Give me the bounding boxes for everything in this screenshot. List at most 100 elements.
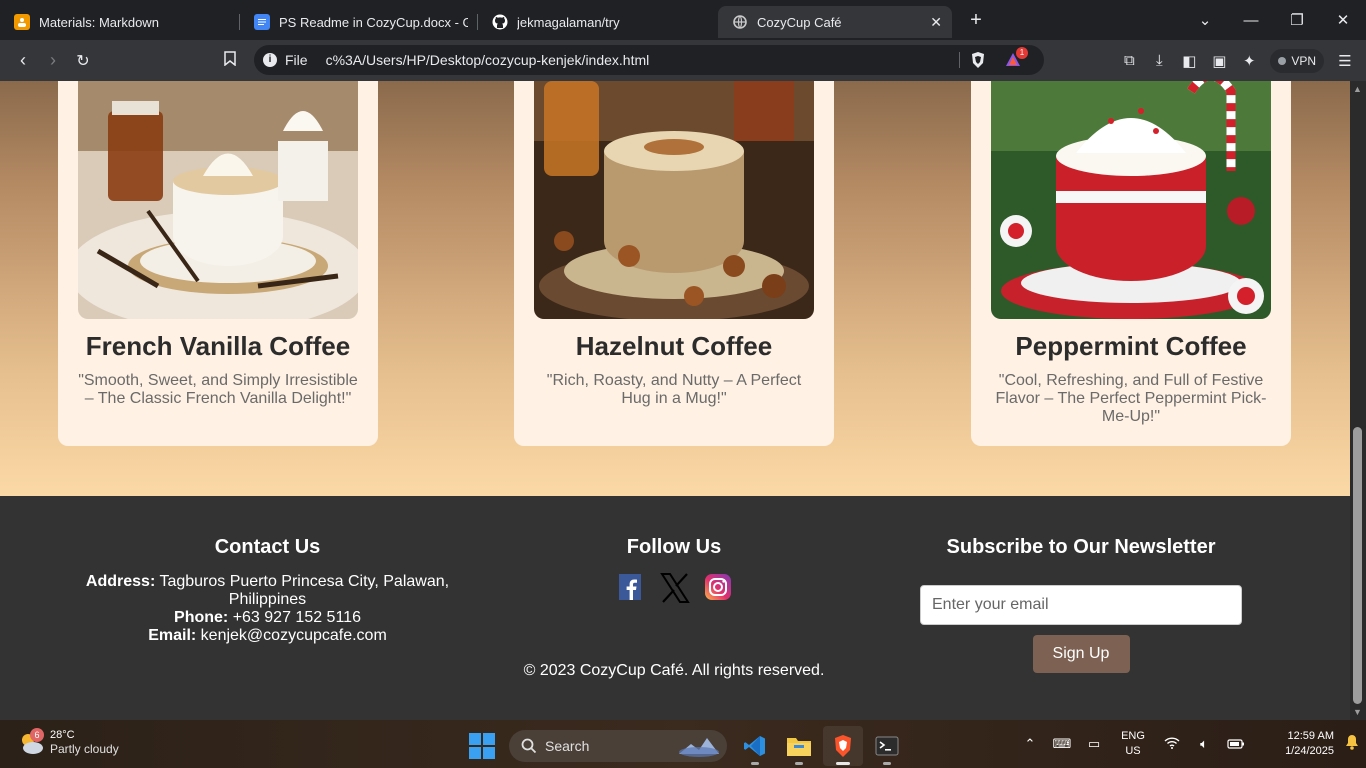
window-controls: ⌄ — ❐ ✕ <box>1182 0 1366 40</box>
restore-button[interactable]: ❐ <box>1274 11 1320 29</box>
search-icon <box>521 738 537 754</box>
sidebar-icon[interactable]: ◧ <box>1174 52 1204 70</box>
globe-icon <box>732 14 748 30</box>
region-code: US <box>1125 745 1141 757</box>
contact-section: Contact Us Address: Tagburos Puerto Prin… <box>70 536 465 645</box>
browser-tab-strip: Materials: Markdown PS Readme in CozyCup… <box>0 0 1366 40</box>
email-label: Email: <box>148 627 197 644</box>
products-section: French Vanilla Coffee "Smooth, Sweet, an… <box>0 81 1350 496</box>
volume-icon[interactable]: 🔈︎ <box>1188 736 1220 752</box>
scroll-down-icon[interactable]: ▼ <box>1353 707 1362 717</box>
tab-docs[interactable]: PS Readme in CozyCup.docx - Goog <box>240 6 478 38</box>
classroom-icon <box>14 14 30 30</box>
hazelnut-image <box>534 81 814 319</box>
tablet-mode-icon[interactable]: ▭ <box>1078 736 1110 752</box>
extensions-icon[interactable]: ⧉ <box>1114 52 1144 69</box>
github-icon <box>492 14 508 30</box>
contact-address: Address: Tagburos Puerto Princesa City, … <box>70 573 465 609</box>
brave-browser-app[interactable] <box>823 726 863 766</box>
phone-label: Phone: <box>174 609 229 626</box>
wifi-icon[interactable] <box>1156 736 1188 752</box>
taskbar-search[interactable]: Search <box>509 730 727 762</box>
tab-title: jekmagalaman/try <box>517 14 620 30</box>
download-icon[interactable]: ⤓ <box>1144 52 1174 69</box>
email-value: kenjek@cozycupcafe.com <box>200 627 387 644</box>
email-input[interactable] <box>920 585 1242 625</box>
notification-bell-icon[interactable] <box>1338 734 1366 755</box>
brave-shield-icon[interactable] <box>970 51 986 69</box>
chevron-down-icon[interactable]: ⌄ <box>1182 11 1228 29</box>
taskbar-apps: Search <box>469 726 907 766</box>
partly-cloudy-icon: 6 <box>18 727 44 756</box>
product-tagline: "Rich, Roasty, and Nutty – A Perfect Hug… <box>546 372 802 407</box>
keyboard-icon[interactable]: ⌨ <box>1046 736 1078 752</box>
contact-phone: Phone: +63 927 152 5116 <box>70 609 465 627</box>
running-indicator <box>883 762 891 765</box>
instagram-icon[interactable] <box>704 573 732 601</box>
chevron-up-icon[interactable]: ⌃ <box>1014 736 1046 752</box>
url-text[interactable]: c%3A/Users/HP/Desktop/cozycup-kenjek/ind… <box>326 52 650 68</box>
reload-button[interactable]: ↻ <box>68 51 98 71</box>
product-card: French Vanilla Coffee "Smooth, Sweet, an… <box>58 81 378 446</box>
tab-materials[interactable]: Materials: Markdown <box>0 6 240 38</box>
address-value: Tagburos Puerto Princesa City, Palawan, … <box>159 573 450 608</box>
page-scrollbar[interactable]: ▲ ▼ <box>1350 81 1366 720</box>
clock-time: 12:59 AM <box>1287 730 1334 742</box>
divider <box>959 52 960 68</box>
site-footer: Contact Us Address: Tagburos Puerto Prin… <box>0 496 1350 720</box>
contact-email: Email: kenjek@cozycupcafe.com <box>70 627 465 645</box>
info-icon[interactable]: i <box>263 53 277 67</box>
scrollbar-thumb[interactable] <box>1353 427 1362 704</box>
terminal-app[interactable] <box>867 726 907 766</box>
rewards-badge: 1 <box>1016 47 1028 59</box>
product-tagline: "Smooth, Sweet, and Simply Irresistible … <box>78 372 358 407</box>
leo-ai-icon[interactable]: ✦ <box>1234 52 1264 70</box>
tab-cozycup[interactable]: CozyCup Café ✕ <box>718 6 952 38</box>
file-explorer-app[interactable] <box>779 726 819 766</box>
peppermint-image <box>991 81 1271 319</box>
browser-toolbar: ‹ › ↻ i File c%3A/Users/HP/Desktop/cozyc… <box>0 40 1366 81</box>
vpn-button[interactable]: VPN <box>1270 48 1324 73</box>
running-indicator <box>836 762 850 765</box>
vscode-app[interactable] <box>735 726 775 766</box>
newsletter-section: Subscribe to Our Newsletter Sign Up <box>920 536 1242 673</box>
follow-section: Follow Us <box>574 536 774 603</box>
new-tab-button[interactable]: + <box>964 9 988 32</box>
product-card: Hazelnut Coffee "Rich, Roasty, and Nutty… <box>514 81 834 446</box>
back-button[interactable]: ‹ <box>8 50 38 71</box>
search-highlight-icon <box>677 734 721 758</box>
follow-heading: Follow Us <box>626 536 722 558</box>
tab-title: CozyCup Café <box>757 14 842 30</box>
close-tab-icon[interactable]: ✕ <box>930 14 942 31</box>
page-viewport: French Vanilla Coffee "Smooth, Sweet, an… <box>0 81 1350 720</box>
product-card: Peppermint Coffee "Cool, Refreshing, and… <box>971 81 1291 446</box>
product-name: French Vanilla Coffee <box>85 331 351 361</box>
search-label: Search <box>545 738 590 754</box>
x-icon[interactable] <box>660 573 690 603</box>
address-bar[interactable]: i File c%3A/Users/HP/Desktop/cozycup-ken… <box>254 45 1044 75</box>
bookmark-icon[interactable] <box>215 51 245 70</box>
clock-date: 1/24/2025 <box>1285 745 1334 757</box>
product-name: Peppermint Coffee <box>1015 331 1247 361</box>
close-window-button[interactable]: ✕ <box>1320 11 1366 29</box>
battery-icon[interactable] <box>1220 737 1252 752</box>
tab-title: PS Readme in CozyCup.docx - Goog <box>279 14 468 30</box>
vpn-status-icon <box>1278 56 1287 65</box>
system-clock[interactable]: 12:59 AM 1/24/2025 <box>1252 729 1338 759</box>
running-indicator <box>751 762 759 765</box>
address-label: Address: <box>85 573 156 590</box>
phone-value: +63 927 152 5116 <box>232 609 361 626</box>
scroll-up-icon[interactable]: ▲ <box>1353 84 1362 94</box>
tab-github[interactable]: jekmagalaman/try <box>478 6 718 38</box>
forward-button[interactable]: › <box>38 50 68 71</box>
minimize-button[interactable]: — <box>1228 12 1274 29</box>
language-indicator[interactable]: ENG US <box>1110 729 1156 759</box>
weather-widget[interactable]: 6 28°C Partly cloudy <box>18 727 119 757</box>
start-button[interactable] <box>469 733 495 759</box>
facebook-icon[interactable] <box>616 573 644 601</box>
wallet-icon[interactable]: ▣ <box>1204 52 1234 70</box>
toolbar-icons: ⧉ ⤓ ◧ ▣ ✦ VPN ☰ <box>1114 40 1366 81</box>
menu-icon[interactable]: ☰ <box>1330 52 1360 70</box>
product-tagline: "Cool, Refreshing, and Full of Festive F… <box>995 372 1267 425</box>
social-links <box>574 573 774 603</box>
